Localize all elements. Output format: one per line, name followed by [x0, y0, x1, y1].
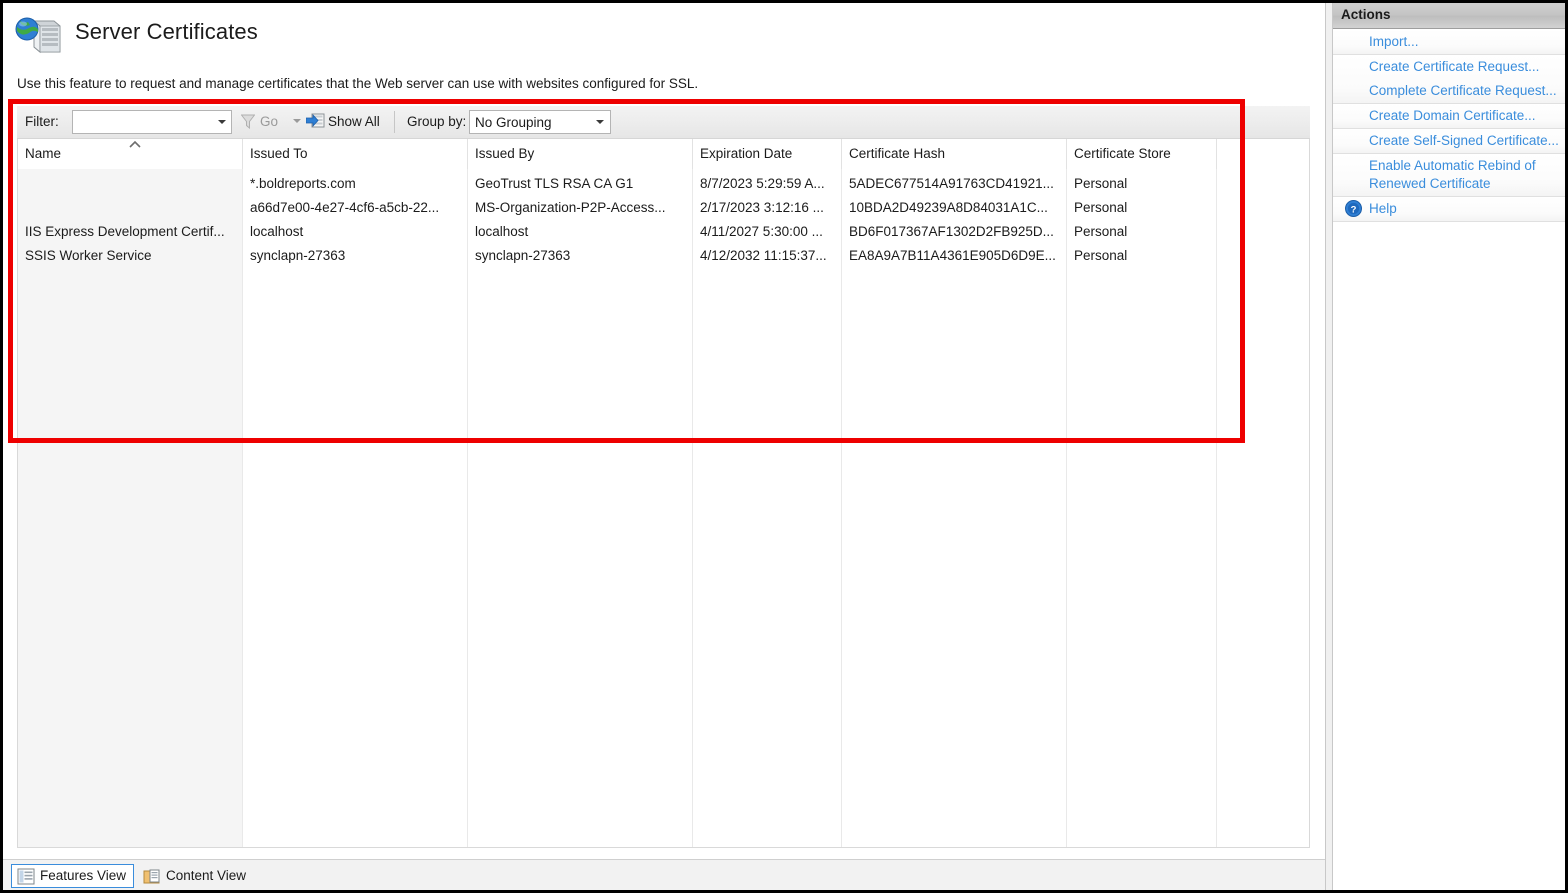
- column-body: IIS Express Development Certif... SSIS Wo…: [18, 169, 243, 847]
- action-item-label: Create Domain Certificate...: [1369, 108, 1536, 123]
- filter-combobox[interactable]: [72, 110, 232, 134]
- action-item-label: Import...: [1369, 34, 1419, 49]
- tab-content-view[interactable]: Content View: [137, 864, 254, 888]
- filter-toolbar: Filter: Go Show All Group by: No Groupin…: [17, 106, 1310, 139]
- group-by-value: No Grouping: [475, 115, 552, 130]
- pane-splitter[interactable]: [1325, 3, 1333, 890]
- group-by-label: Group by:: [407, 114, 467, 129]
- grid-cell[interactable]: synclapn-27363: [475, 248, 688, 268]
- action-item-complete-certificate-request[interactable]: Complete Certificate Request...: [1333, 79, 1565, 103]
- content-view-icon: [143, 869, 160, 884]
- grid-cell[interactable]: 8/7/2023 5:29:59 A...: [700, 176, 837, 196]
- grid-cell[interactable]: 5ADEC677514A91763CD41921...: [849, 176, 1062, 196]
- column-header-issued-to[interactable]: Issued To: [243, 139, 468, 169]
- page-title: Server Certificates: [75, 19, 258, 44]
- svg-text:?: ?: [1351, 204, 1357, 215]
- column-body: *.boldreports.com a66d7e00-4e27-4cf6-a5cb…: [243, 169, 468, 847]
- page-description: Use this feature to request and manage c…: [17, 76, 699, 91]
- grid-cell[interactable]: MS-Organization-P2P-Access...: [475, 200, 688, 220]
- grid-cell[interactable]: synclapn-27363: [250, 248, 463, 268]
- action-group: Import...: [1333, 30, 1565, 55]
- column-header-blank[interactable]: [1217, 139, 1309, 169]
- grid-cell[interactable]: Personal: [1074, 176, 1212, 196]
- sort-ascending-icon: [129, 140, 141, 148]
- column-header-expiration-date[interactable]: Expiration Date: [693, 139, 842, 169]
- view-tab-bar: Features View Content View: [3, 859, 1325, 890]
- grid-cell[interactable]: BD6F017367AF1302D2FB925D...: [849, 224, 1062, 244]
- features-view-icon: [17, 868, 35, 885]
- actions-list: Import... Create Certificate Request... Co…: [1333, 30, 1565, 222]
- action-item-label: Complete Certificate Request...: [1369, 83, 1557, 98]
- action-item-create-domain-certificate[interactable]: Create Domain Certificate...: [1333, 104, 1565, 128]
- chevron-down-icon[interactable]: [596, 120, 604, 124]
- column-body: 5ADEC677514A91763CD41921... 10BDA2D49239A…: [842, 169, 1067, 847]
- grid-cell[interactable]: 4/12/2032 11:15:37...: [700, 248, 837, 268]
- tab-content-view-label: Content View: [166, 868, 247, 883]
- column-body: Personal Personal Personal Personal: [1067, 169, 1217, 847]
- grid-cell[interactable]: Personal: [1074, 248, 1212, 268]
- action-item-label: Enable Automatic Rebind of Renewed Certi…: [1369, 158, 1536, 191]
- action-item-import[interactable]: Import...: [1333, 30, 1565, 54]
- action-group: Create Self-Signed Certificate...: [1333, 129, 1565, 154]
- column-header-issued-by[interactable]: Issued By: [468, 139, 693, 169]
- grid-cell[interactable]: 2/17/2023 3:12:16 ...: [700, 200, 837, 220]
- go-chevron-down-icon[interactable]: [293, 119, 301, 123]
- main-content-pane: Server Certificates Use this feature to …: [3, 3, 1325, 890]
- action-item-label: Help: [1369, 201, 1397, 216]
- show-all-button-label[interactable]: Show All: [328, 114, 380, 129]
- grid-cell[interactable]: 4/11/2027 5:30:00 ...: [700, 224, 837, 244]
- action-group: Create Domain Certificate...: [1333, 104, 1565, 129]
- action-item-enable-automatic-rebind-of-renewed-certificate[interactable]: Enable Automatic Rebind of Renewed Certi…: [1333, 154, 1565, 196]
- group-by-combobox[interactable]: No Grouping: [469, 110, 611, 134]
- action-group: Enable Automatic Rebind of Renewed Certi…: [1333, 154, 1565, 197]
- grid-cell[interactable]: 10BDA2D49239A8D84031A1C...: [849, 200, 1062, 220]
- column-body: 8/7/2023 5:29:59 A... 2/17/2023 3:12:16 .…: [693, 169, 842, 847]
- help-icon: ?: [1345, 200, 1362, 217]
- actions-pane: Actions Import... Create Certificate Requ…: [1333, 3, 1565, 890]
- funnel-icon: [241, 114, 255, 129]
- action-item-label: Create Self-Signed Certificate...: [1369, 133, 1559, 148]
- grid-cell[interactable]: IIS Express Development Certif...: [25, 224, 238, 244]
- column-body: [1217, 169, 1309, 847]
- grid-cell[interactable]: Personal: [1074, 224, 1212, 244]
- application-window: Server Certificates Use this feature to …: [0, 0, 1568, 893]
- actions-pane-header: Actions: [1333, 3, 1565, 29]
- action-item-create-certificate-request[interactable]: Create Certificate Request...: [1333, 55, 1565, 79]
- page-header: Server Certificates: [3, 3, 1325, 69]
- grid-cell[interactable]: GeoTrust TLS RSA CA G1: [475, 176, 688, 196]
- grid-cell[interactable]: Personal: [1074, 200, 1212, 220]
- column-header-certificate-hash[interactable]: Certificate Hash: [842, 139, 1067, 169]
- actions-title: Actions: [1341, 7, 1391, 22]
- action-item-label: Create Certificate Request...: [1369, 59, 1540, 74]
- column-body: GeoTrust TLS RSA CA G1 MS-Organization-P2…: [468, 169, 693, 847]
- grid-cell[interactable]: a66d7e00-4e27-4cf6-a5cb-22...: [250, 200, 463, 220]
- tab-features-view-label: Features View: [40, 868, 127, 883]
- tab-features-view[interactable]: Features View: [11, 864, 135, 888]
- action-group: ? Help: [1333, 197, 1565, 222]
- grid-cell[interactable]: localhost: [475, 224, 688, 244]
- grid-cell[interactable]: *.boldreports.com: [250, 176, 463, 196]
- go-button-label[interactable]: Go: [260, 114, 278, 129]
- grid-cell[interactable]: EA8A9A7B11A4361E905D6D9E...: [849, 248, 1062, 268]
- action-item-help[interactable]: ? Help: [1333, 197, 1565, 221]
- grid-cell[interactable]: localhost: [250, 224, 463, 244]
- action-group: Create Certificate Request... Complete Ce…: [1333, 55, 1565, 104]
- server-certificate-icon: [15, 17, 61, 54]
- column-header-certificate-store[interactable]: Certificate Store: [1067, 139, 1217, 169]
- grid-cell[interactable]: SSIS Worker Service: [25, 248, 238, 268]
- certificates-grid[interactable]: Name Issued To Issued By Expiration Date Cer…: [17, 139, 1310, 848]
- filter-label: Filter:: [25, 114, 59, 129]
- toolbar-divider: [394, 111, 395, 133]
- action-item-create-self-signed-certificate[interactable]: Create Self-Signed Certificate...: [1333, 129, 1565, 153]
- filter-input[interactable]: [73, 111, 213, 133]
- show-all-icon: [306, 113, 325, 128]
- chevron-down-icon[interactable]: [218, 120, 226, 124]
